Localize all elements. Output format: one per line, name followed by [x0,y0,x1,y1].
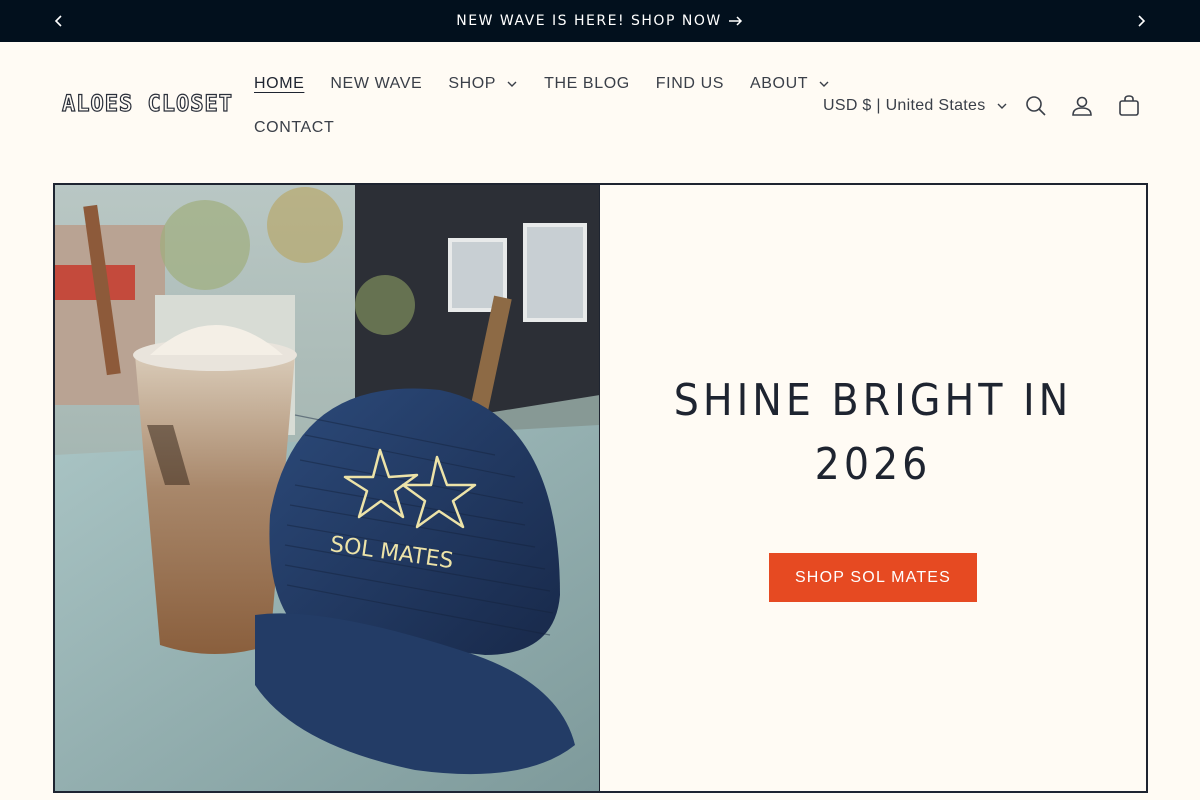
search-icon [1026,96,1046,116]
announcement-bar: NEW WAVE IS HERE! SHOP NOW [0,0,1200,42]
cart-button[interactable] [1113,90,1145,122]
hero-button-label: SHOP SOL MATES [794,568,952,586]
hero-photo-illustration: SOL MATES [55,185,599,791]
announcement-link[interactable]: NEW WAVE IS HERE! SHOP NOW [456,13,743,29]
nav-item-home[interactable]: HOME [254,75,304,93]
chevron-right-icon [1138,15,1146,27]
nav-item-shop[interactable]: SHOP [448,75,518,93]
cart-icon [1119,95,1139,116]
nav-label: SHOP [448,75,497,92]
logo-text: ALOES CLOSET [61,91,233,117]
nav-item-new-wave[interactable]: NEW WAVE [330,75,422,93]
store-logo[interactable]: ALOES CLOSET [61,91,233,117]
hero-content: SHINE BRIGHT IN 2026 SHOP SOL MATES [600,185,1146,791]
account-icon [1072,96,1092,116]
main-nav: HOME NEW WAVE SHOP THE BLOG FIND US ABOU… [254,70,829,142]
hero-banner: SOL MATES SHINE BRIGHT IN 2026 SHOP SOL … [53,183,1148,793]
announcement-text: NEW WAVE IS HERE! SHOP NOW [456,13,722,29]
arrow-right-icon [728,16,742,26]
nav-item-find-us[interactable]: FIND US [656,75,724,93]
nav-label: ABOUT [750,75,809,92]
announcement-next-button[interactable] [1120,0,1162,42]
nav-label: THE BLOG [544,75,630,92]
shop-sol-mates-button[interactable]: SHOP SOL MATES [769,553,977,602]
locale-label: USD $ | United States [823,97,986,114]
chevron-down-icon [507,81,517,87]
currency-country-selector[interactable]: USD $ | United States [823,94,1008,118]
nav-item-about[interactable]: ABOUT [750,75,830,93]
nav-label: FIND US [655,75,724,92]
chevron-left-icon [54,15,62,27]
chevron-down-icon [997,103,1007,109]
chevron-down-icon [819,81,829,87]
nav-label: HOME [254,75,305,92]
hero-heading: SHINE BRIGHT IN 2026 [673,375,1073,490]
nav-item-contact[interactable]: CONTACT [254,119,334,137]
account-button[interactable] [1066,90,1098,122]
nav-item-the-blog[interactable]: THE BLOG [544,75,630,93]
announcement-prev-button[interactable] [38,0,80,42]
hero-image: SOL MATES [55,185,600,791]
search-button[interactable] [1020,90,1052,122]
nav-label: CONTACT [254,119,335,136]
nav-label: NEW WAVE [330,75,423,92]
